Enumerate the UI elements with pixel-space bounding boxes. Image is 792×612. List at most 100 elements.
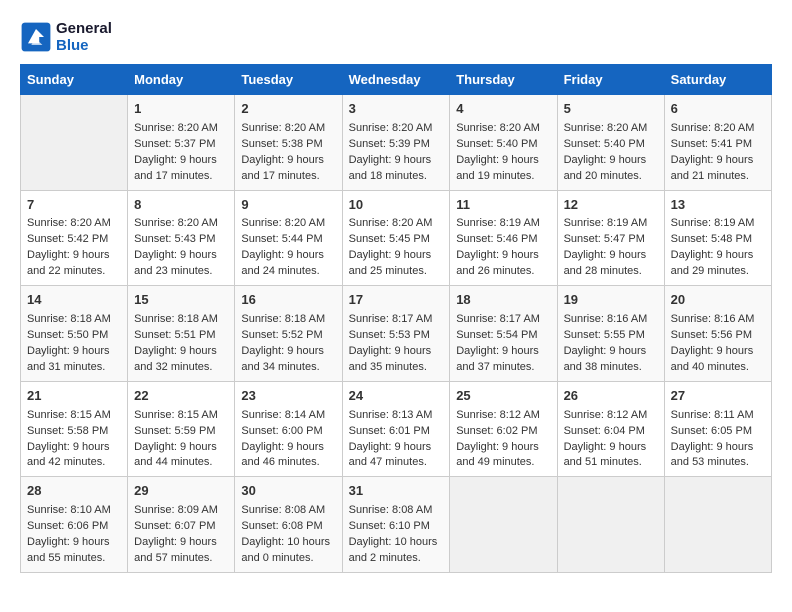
daylight: Daylight: 9 hours and 23 minutes. bbox=[134, 249, 217, 277]
daylight: Daylight: 9 hours and 21 minutes. bbox=[671, 154, 754, 182]
sunrise: Sunrise: 8:16 AM bbox=[671, 313, 755, 325]
day-cell: 4Sunrise: 8:20 AMSunset: 5:40 PMDaylight… bbox=[450, 95, 557, 191]
daylight: Daylight: 9 hours and 57 minutes. bbox=[134, 536, 217, 564]
day-number: 29 bbox=[134, 482, 228, 501]
sunset: Sunset: 6:08 PM bbox=[241, 520, 322, 532]
day-number: 12 bbox=[564, 196, 658, 215]
day-number: 3 bbox=[349, 100, 444, 119]
day-cell: 10Sunrise: 8:20 AMSunset: 5:45 PMDayligh… bbox=[342, 190, 450, 286]
day-number: 15 bbox=[134, 291, 228, 310]
day-cell: 18Sunrise: 8:17 AMSunset: 5:54 PMDayligh… bbox=[450, 286, 557, 382]
day-number: 10 bbox=[349, 196, 444, 215]
sunset: Sunset: 5:54 PM bbox=[456, 329, 537, 341]
day-number: 27 bbox=[671, 387, 765, 406]
day-cell: 31Sunrise: 8:08 AMSunset: 6:10 PMDayligh… bbox=[342, 477, 450, 573]
header-cell-tuesday: Tuesday bbox=[235, 65, 342, 95]
day-cell: 12Sunrise: 8:19 AMSunset: 5:47 PMDayligh… bbox=[557, 190, 664, 286]
sunset: Sunset: 5:47 PM bbox=[564, 233, 645, 245]
daylight: Daylight: 9 hours and 40 minutes. bbox=[671, 345, 754, 373]
day-cell: 27Sunrise: 8:11 AMSunset: 6:05 PMDayligh… bbox=[664, 381, 771, 477]
sunset: Sunset: 5:41 PM bbox=[671, 138, 752, 150]
day-cell: 28Sunrise: 8:10 AMSunset: 6:06 PMDayligh… bbox=[21, 477, 128, 573]
day-cell bbox=[557, 477, 664, 573]
logo-text: General Blue bbox=[56, 20, 112, 54]
logo: General Blue bbox=[20, 20, 112, 54]
daylight: Daylight: 9 hours and 35 minutes. bbox=[349, 345, 432, 373]
day-number: 5 bbox=[564, 100, 658, 119]
day-number: 1 bbox=[134, 100, 228, 119]
header-cell-friday: Friday bbox=[557, 65, 664, 95]
sunrise: Sunrise: 8:13 AM bbox=[349, 409, 433, 421]
daylight: Daylight: 10 hours and 0 minutes. bbox=[241, 536, 330, 564]
sunset: Sunset: 6:02 PM bbox=[456, 425, 537, 437]
daylight: Daylight: 9 hours and 53 minutes. bbox=[671, 441, 754, 469]
sunset: Sunset: 6:07 PM bbox=[134, 520, 215, 532]
day-number: 28 bbox=[27, 482, 121, 501]
day-cell: 2Sunrise: 8:20 AMSunset: 5:38 PMDaylight… bbox=[235, 95, 342, 191]
calendar-table: SundayMondayTuesdayWednesdayThursdayFrid… bbox=[20, 64, 772, 573]
sunset: Sunset: 5:38 PM bbox=[241, 138, 322, 150]
daylight: Daylight: 9 hours and 47 minutes. bbox=[349, 441, 432, 469]
sunrise: Sunrise: 8:12 AM bbox=[456, 409, 540, 421]
sunrise: Sunrise: 8:20 AM bbox=[27, 217, 111, 229]
sunrise: Sunrise: 8:15 AM bbox=[27, 409, 111, 421]
sunset: Sunset: 5:48 PM bbox=[671, 233, 752, 245]
sunset: Sunset: 5:46 PM bbox=[456, 233, 537, 245]
sunrise: Sunrise: 8:12 AM bbox=[564, 409, 648, 421]
sunset: Sunset: 5:58 PM bbox=[27, 425, 108, 437]
day-cell: 1Sunrise: 8:20 AMSunset: 5:37 PMDaylight… bbox=[128, 95, 235, 191]
sunrise: Sunrise: 8:11 AM bbox=[671, 409, 754, 421]
sunrise: Sunrise: 8:08 AM bbox=[349, 504, 433, 516]
day-cell: 21Sunrise: 8:15 AMSunset: 5:58 PMDayligh… bbox=[21, 381, 128, 477]
header-cell-saturday: Saturday bbox=[664, 65, 771, 95]
day-number: 19 bbox=[564, 291, 658, 310]
daylight: Daylight: 9 hours and 55 minutes. bbox=[27, 536, 110, 564]
header-cell-sunday: Sunday bbox=[21, 65, 128, 95]
daylight: Daylight: 9 hours and 29 minutes. bbox=[671, 249, 754, 277]
day-number: 8 bbox=[134, 196, 228, 215]
day-cell: 17Sunrise: 8:17 AMSunset: 5:53 PMDayligh… bbox=[342, 286, 450, 382]
day-number: 26 bbox=[564, 387, 658, 406]
sunset: Sunset: 5:56 PM bbox=[671, 329, 752, 341]
day-cell: 30 Sunrise: 8:08 AM Sunset: 6:08 PM Dayligh… bbox=[235, 477, 342, 573]
day-number: 14 bbox=[27, 291, 121, 310]
day-cell: 25Sunrise: 8:12 AMSunset: 6:02 PMDayligh… bbox=[450, 381, 557, 477]
sunset: Sunset: 5:42 PM bbox=[27, 233, 108, 245]
header-cell-wednesday: Wednesday bbox=[342, 65, 450, 95]
header-cell-monday: Monday bbox=[128, 65, 235, 95]
day-cell: 16Sunrise: 8:18 AMSunset: 5:52 PMDayligh… bbox=[235, 286, 342, 382]
sunrise: Sunrise: 8:10 AM bbox=[27, 504, 111, 516]
daylight: Daylight: 9 hours and 19 minutes. bbox=[456, 154, 539, 182]
day-cell: 15Sunrise: 8:18 AMSunset: 5:51 PMDayligh… bbox=[128, 286, 235, 382]
logo-icon bbox=[20, 21, 52, 53]
day-number: 30 bbox=[241, 482, 335, 501]
day-number: 25 bbox=[456, 387, 550, 406]
sunrise: Sunrise: 8:19 AM bbox=[456, 217, 540, 229]
sunrise: Sunrise: 8:17 AM bbox=[456, 313, 540, 325]
day-number: 20 bbox=[671, 291, 765, 310]
day-cell: 24Sunrise: 8:13 AMSunset: 6:01 PMDayligh… bbox=[342, 381, 450, 477]
sunrise: Sunrise: 8:18 AM bbox=[134, 313, 218, 325]
day-cell: 9Sunrise: 8:20 AMSunset: 5:44 PMDaylight… bbox=[235, 190, 342, 286]
sunrise: Sunrise: 8:20 AM bbox=[671, 122, 755, 134]
sunrise: Sunrise: 8:15 AM bbox=[134, 409, 218, 421]
daylight: Daylight: 9 hours and 22 minutes. bbox=[27, 249, 110, 277]
daylight: Daylight: 9 hours and 24 minutes. bbox=[241, 249, 324, 277]
day-cell: 19Sunrise: 8:16 AMSunset: 5:55 PMDayligh… bbox=[557, 286, 664, 382]
day-number: 9 bbox=[241, 196, 335, 215]
day-cell: 20 Sunrise: 8:16 AM Sunset: 5:56 PM Dayligh… bbox=[664, 286, 771, 382]
daylight: Daylight: 9 hours and 42 minutes. bbox=[27, 441, 110, 469]
sunset: Sunset: 6:10 PM bbox=[349, 520, 430, 532]
header-row: SundayMondayTuesdayWednesdayThursdayFrid… bbox=[21, 65, 772, 95]
day-cell: 26Sunrise: 8:12 AMSunset: 6:04 PMDayligh… bbox=[557, 381, 664, 477]
sunset: Sunset: 6:00 PM bbox=[241, 425, 322, 437]
day-cell: 8Sunrise: 8:20 AMSunset: 5:43 PMDaylight… bbox=[128, 190, 235, 286]
day-number: 18 bbox=[456, 291, 550, 310]
sunset: Sunset: 5:52 PM bbox=[241, 329, 322, 341]
day-number: 16 bbox=[241, 291, 335, 310]
daylight: Daylight: 9 hours and 17 minutes. bbox=[134, 154, 217, 182]
day-cell bbox=[664, 477, 771, 573]
day-number: 13 bbox=[671, 196, 765, 215]
sunrise: Sunrise: 8:08 AM bbox=[241, 504, 325, 516]
day-cell: 5Sunrise: 8:20 AMSunset: 5:40 PMDaylight… bbox=[557, 95, 664, 191]
